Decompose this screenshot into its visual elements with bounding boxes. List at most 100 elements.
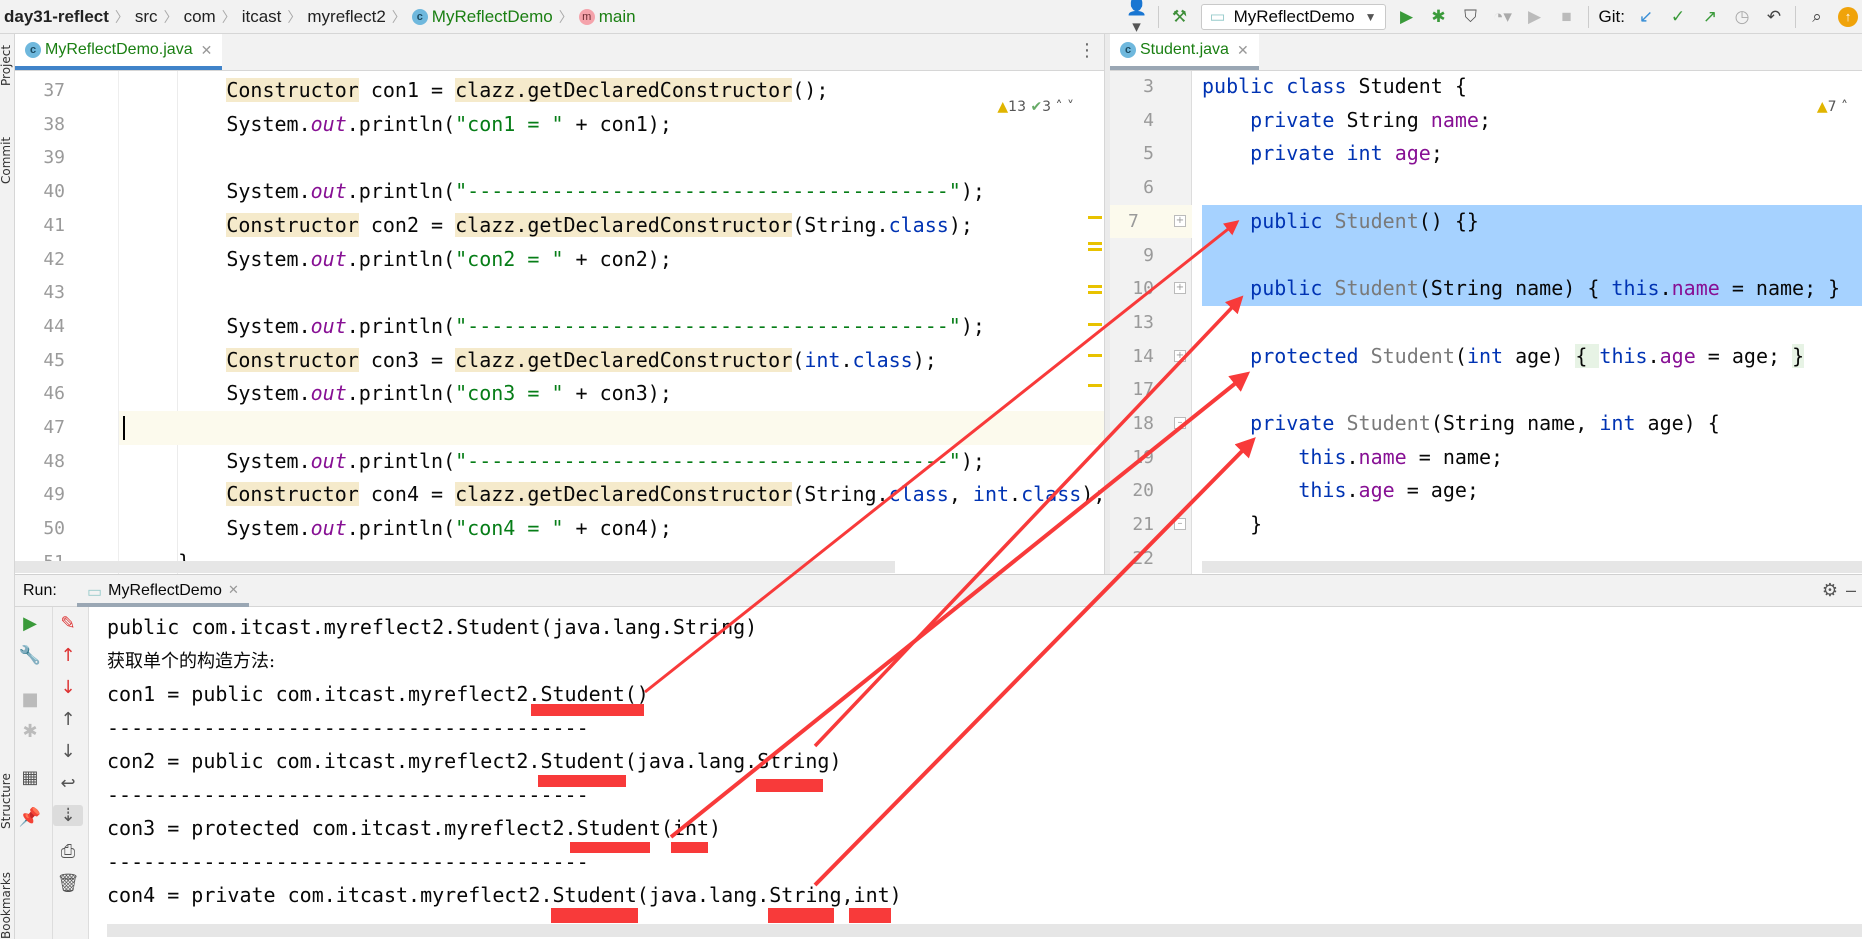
breadcrumb-method[interactable]: m main (573, 7, 642, 27)
console-scrollbar[interactable] (107, 924, 1862, 937)
project-tool-button[interactable]: Project (0, 45, 13, 86)
code-token: private (1250, 411, 1335, 435)
bookmarks-tool-button[interactable]: Bookmarks (0, 872, 13, 939)
fold-icon[interactable]: + (1174, 349, 1186, 362)
code-area[interactable]: 373839404142434445464748495051 Construct… (15, 71, 1104, 574)
fold-icon[interactable]: + (1174, 282, 1186, 295)
breadcrumb-myreflect2[interactable]: myreflect2 (301, 7, 391, 27)
warning-stripe-mark[interactable] (1088, 216, 1102, 219)
code-line: System.out.println("--------------------… (130, 175, 1100, 209)
update-icon[interactable]: ↑ (1838, 7, 1858, 27)
code-area[interactable]: 3 4 5 6 7 +9 10 +13 14 +17 18 – 19 20 21 – 22 public cla… (1110, 71, 1862, 574)
minimize-icon[interactable]: – (1846, 580, 1856, 601)
previous-icon[interactable]: ↑ (53, 709, 83, 730)
chevron-up-icon[interactable]: ˄ (1056, 99, 1063, 115)
line-number: 37 (43, 80, 65, 101)
warning-stripe-mark[interactable] (1088, 384, 1102, 387)
trash-icon[interactable]: 🗑 (53, 873, 83, 894)
warning-stripe-mark[interactable] (1088, 291, 1102, 294)
code-token: (String name, (1430, 411, 1600, 435)
arrow-up-icon[interactable]: ↑ (53, 645, 83, 666)
stop-icon[interactable]: ■ (15, 689, 45, 710)
code-token: class (1286, 74, 1347, 98)
tab-myreflectdemo[interactable]: c MyReflectDemo.java ✕ (15, 34, 223, 70)
pin-icon[interactable]: 📌 (15, 807, 45, 828)
soft-wrap-icon[interactable]: ↩ (53, 773, 83, 794)
warning-stripe-mark[interactable] (1088, 354, 1102, 357)
horizontal-scrollbar[interactable] (1202, 561, 1862, 573)
more-options-icon[interactable]: ⋮ (1078, 40, 1096, 61)
fold-icon[interactable]: – (1174, 518, 1186, 531)
search-icon[interactable]: ⌕ (1806, 7, 1828, 27)
build-hammer-icon[interactable]: ⚒ (1169, 7, 1191, 27)
chevron-up-icon[interactable]: ˄ (1841, 99, 1848, 115)
line-number: 13 (1132, 311, 1154, 333)
fold-icon[interactable]: + (1174, 214, 1186, 227)
next-icon[interactable]: ↓ (53, 741, 83, 762)
breadcrumb-itcast[interactable]: itcast (236, 7, 288, 27)
breadcrumb-com[interactable]: com (178, 7, 222, 27)
layout-icon[interactable]: ▦ (15, 767, 45, 788)
arrow-down-icon[interactable]: ↓ (53, 677, 83, 698)
code-token: int (1599, 411, 1636, 435)
run-tab[interactable]: ▭ MyReflectDemo ✕ (77, 575, 249, 607)
gear-icon[interactable]: ⚙ (1822, 580, 1838, 601)
structure-tool-button[interactable]: Structure (0, 773, 13, 829)
close-icon[interactable]: ✕ (228, 582, 239, 597)
stop-icon[interactable]: ■ (1556, 7, 1578, 27)
run-configuration-select[interactable]: ▭ MyReflectDemo ▼ (1200, 4, 1386, 30)
debug-icon[interactable]: ✱ (1428, 7, 1450, 27)
warning-stripe-mark[interactable] (1088, 242, 1102, 245)
breadcrumb-project[interactable]: day31-reflect (0, 7, 115, 27)
horizontal-scrollbar[interactable] (15, 561, 895, 573)
debug-icon[interactable]: ✱ (15, 721, 45, 742)
close-icon[interactable]: ✕ (201, 42, 213, 59)
breadcrumb-src[interactable]: src (129, 7, 164, 27)
line-number: 9 (1143, 244, 1154, 266)
line-number: 38 (43, 113, 65, 135)
code-token: () {} (1418, 208, 1479, 233)
user-icon[interactable]: 👤▾ (1126, 0, 1148, 37)
line-number: 44 (43, 315, 65, 337)
code-token: = name; } (1719, 276, 1841, 301)
tab-student[interactable]: c Student.java ✕ (1110, 34, 1259, 70)
line-number: 18 (1132, 413, 1154, 434)
inspection-widget[interactable]: ▲13 ✔3 ˄ ˅ (997, 99, 1074, 115)
close-icon[interactable]: ✕ (1237, 42, 1249, 59)
warning-stripe-mark[interactable] (1088, 285, 1102, 288)
line-number: 47 (43, 417, 65, 438)
console-output[interactable]: public com.itcast.myreflect2.Student(jav… (107, 611, 1862, 921)
line-number: 3 (1143, 76, 1154, 97)
code-token: System. (130, 111, 311, 136)
breadcrumb-class[interactable]: c MyReflectDemo (406, 7, 559, 27)
git-update-icon[interactable]: ↙ (1635, 7, 1657, 27)
print-icon[interactable]: ⎙ (53, 841, 83, 862)
scroll-to-end-icon[interactable]: ⇣ (53, 805, 83, 826)
run-configuration-label: MyReflectDemo (1233, 7, 1355, 26)
profile-icon[interactable]: ◔▾ (1492, 7, 1514, 27)
rerun-icon[interactable]: ▶ (15, 613, 45, 634)
history-icon[interactable]: ◷ (1731, 7, 1753, 27)
commit-tool-button[interactable]: Commit (0, 137, 13, 184)
text-caret (123, 416, 125, 440)
code-token: name (1671, 276, 1720, 301)
warning-stripe-mark[interactable] (1088, 248, 1102, 251)
inspection-widget[interactable]: ▲7 ˄ (1817, 99, 1848, 115)
revert-icon[interactable]: ↶ (1763, 7, 1785, 27)
code-token: clazz.getDeclaredConstructor (455, 482, 793, 507)
code-line: System.out.println("--------------------… (130, 445, 1100, 479)
resume-icon[interactable]: ▶ (1524, 7, 1546, 27)
fold-icon[interactable]: – (1174, 417, 1186, 429)
git-push-icon[interactable]: ↗ (1699, 7, 1721, 27)
git-commit-icon[interactable]: ✓ (1667, 7, 1689, 27)
line-number: 43 (43, 282, 65, 304)
run-icon[interactable]: ▶ (1396, 7, 1418, 27)
warning-stripe-mark[interactable] (1088, 323, 1102, 326)
coverage-icon[interactable]: ⛉ (1460, 7, 1482, 27)
wrench-icon[interactable]: 🔧 (15, 645, 45, 666)
clear-marker-icon[interactable]: ✎ (53, 613, 83, 634)
chevron-down-icon[interactable]: ˅ (1067, 99, 1074, 115)
